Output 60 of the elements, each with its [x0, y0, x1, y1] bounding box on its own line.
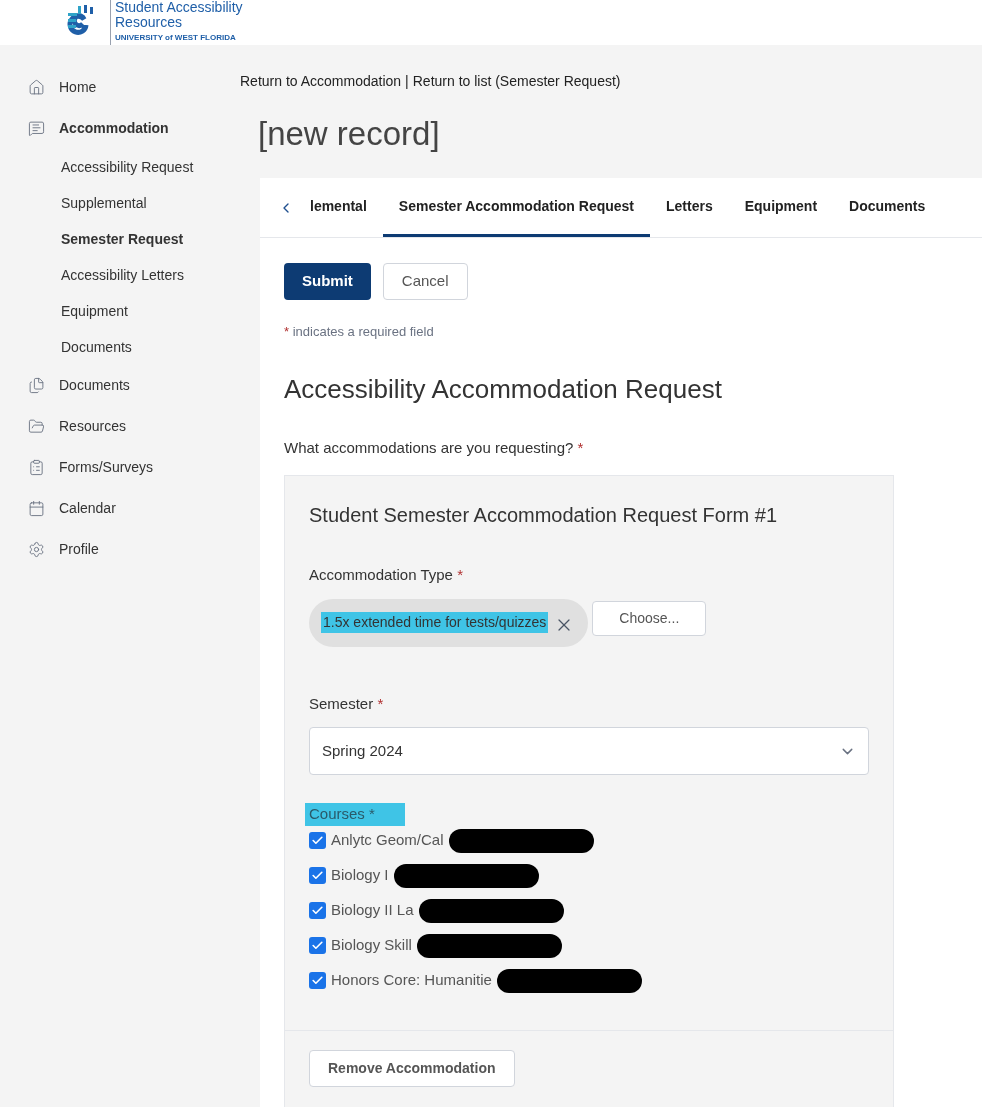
- course-label: Biology II La: [331, 900, 414, 921]
- check-icon: [311, 834, 324, 847]
- checkbox[interactable]: [309, 972, 326, 989]
- checkbox[interactable]: [309, 867, 326, 884]
- breadcrumb-link[interactable]: Return to list (Semester Request): [412, 71, 621, 92]
- tab[interactable]: lemental: [308, 178, 383, 237]
- breadcrumb-separator: |: [405, 72, 409, 91]
- courses-label: Courses *: [305, 803, 405, 826]
- course-label: Anlytc Geom/Cal: [331, 830, 444, 851]
- logo-title: Student Accessibility: [115, 0, 243, 15]
- sidebar-item[interactable]: Forms/Surveys: [28, 447, 230, 488]
- sidebar-item[interactable]: Accommodation: [28, 108, 230, 149]
- checkbox[interactable]: [309, 937, 326, 954]
- sidebar-subitem[interactable]: Documents: [61, 329, 211, 365]
- submit-button[interactable]: Submit: [284, 263, 371, 300]
- tab[interactable]: Equipment: [728, 178, 834, 237]
- field-label: Accommodation Type *: [309, 565, 464, 585]
- choose-button[interactable]: Choose...: [592, 600, 707, 636]
- check-icon: [311, 904, 324, 917]
- semester-select[interactable]: Spring 2024: [309, 727, 869, 775]
- request-form-title: Student Semester Accommodation Request Form #1: [309, 503, 778, 528]
- sidebar-subitem[interactable]: Supplemental: [61, 185, 211, 221]
- sidebar-subitem[interactable]: Accessibility Request: [61, 149, 211, 185]
- calendar-icon: [28, 500, 45, 517]
- university-name: UNIVERSITY of WEST FLORIDA: [115, 32, 237, 44]
- check-icon: [311, 939, 324, 952]
- tab[interactable]: Semester Accommodation Request: [382, 178, 651, 237]
- checkbox[interactable]: [309, 832, 326, 849]
- message-icon: [28, 120, 45, 137]
- sidebar-item[interactable]: Documents: [28, 365, 230, 406]
- cancel-button[interactable]: Cancel: [382, 263, 468, 300]
- sidebar-item[interactable]: Resources: [28, 406, 230, 447]
- folder-icon: [28, 418, 45, 435]
- breadcrumb-link[interactable]: Return to Accommodation: [240, 71, 402, 92]
- home-icon: [28, 79, 45, 96]
- tab[interactable]: Documents: [833, 178, 942, 237]
- required-note: * indicates a required field: [284, 323, 435, 341]
- sidebar-subitem[interactable]: Semester Request: [61, 221, 211, 257]
- form-title: Accessibility Accommodation Request: [284, 372, 723, 406]
- sidebar-subitem[interactable]: Equipment: [61, 293, 211, 329]
- documents-icon: [28, 377, 45, 394]
- sidebar-item[interactable]: Home: [28, 67, 230, 108]
- check-icon: [311, 869, 324, 882]
- logo-subtitle: Resources: [115, 15, 182, 30]
- remove-accommodation-button[interactable]: Remove Accommodation: [309, 1049, 515, 1087]
- sidebar-item[interactable]: Profile: [28, 529, 230, 570]
- sidebar-item[interactable]: Calendar: [28, 488, 230, 529]
- page-title: [new record]: [258, 114, 441, 154]
- field-label: Semester *: [309, 693, 385, 714]
- settings-icon: [28, 541, 45, 558]
- question-label: What accommodations are you requesting? *: [284, 437, 585, 458]
- course-label: Biology I: [331, 865, 389, 886]
- course-label: Honors Core: Humanitie: [331, 970, 492, 991]
- check-icon: [311, 974, 324, 987]
- tab[interactable]: Letters: [650, 178, 729, 237]
- sidebar-subitem[interactable]: Accessibility Letters: [61, 257, 211, 293]
- course-label: Biology Skill: [331, 935, 412, 956]
- chip-label: 1.5x extended time for tests/quizzes: [321, 612, 549, 633]
- checkbox[interactable]: [309, 902, 326, 919]
- clipboard-icon: [28, 459, 45, 476]
